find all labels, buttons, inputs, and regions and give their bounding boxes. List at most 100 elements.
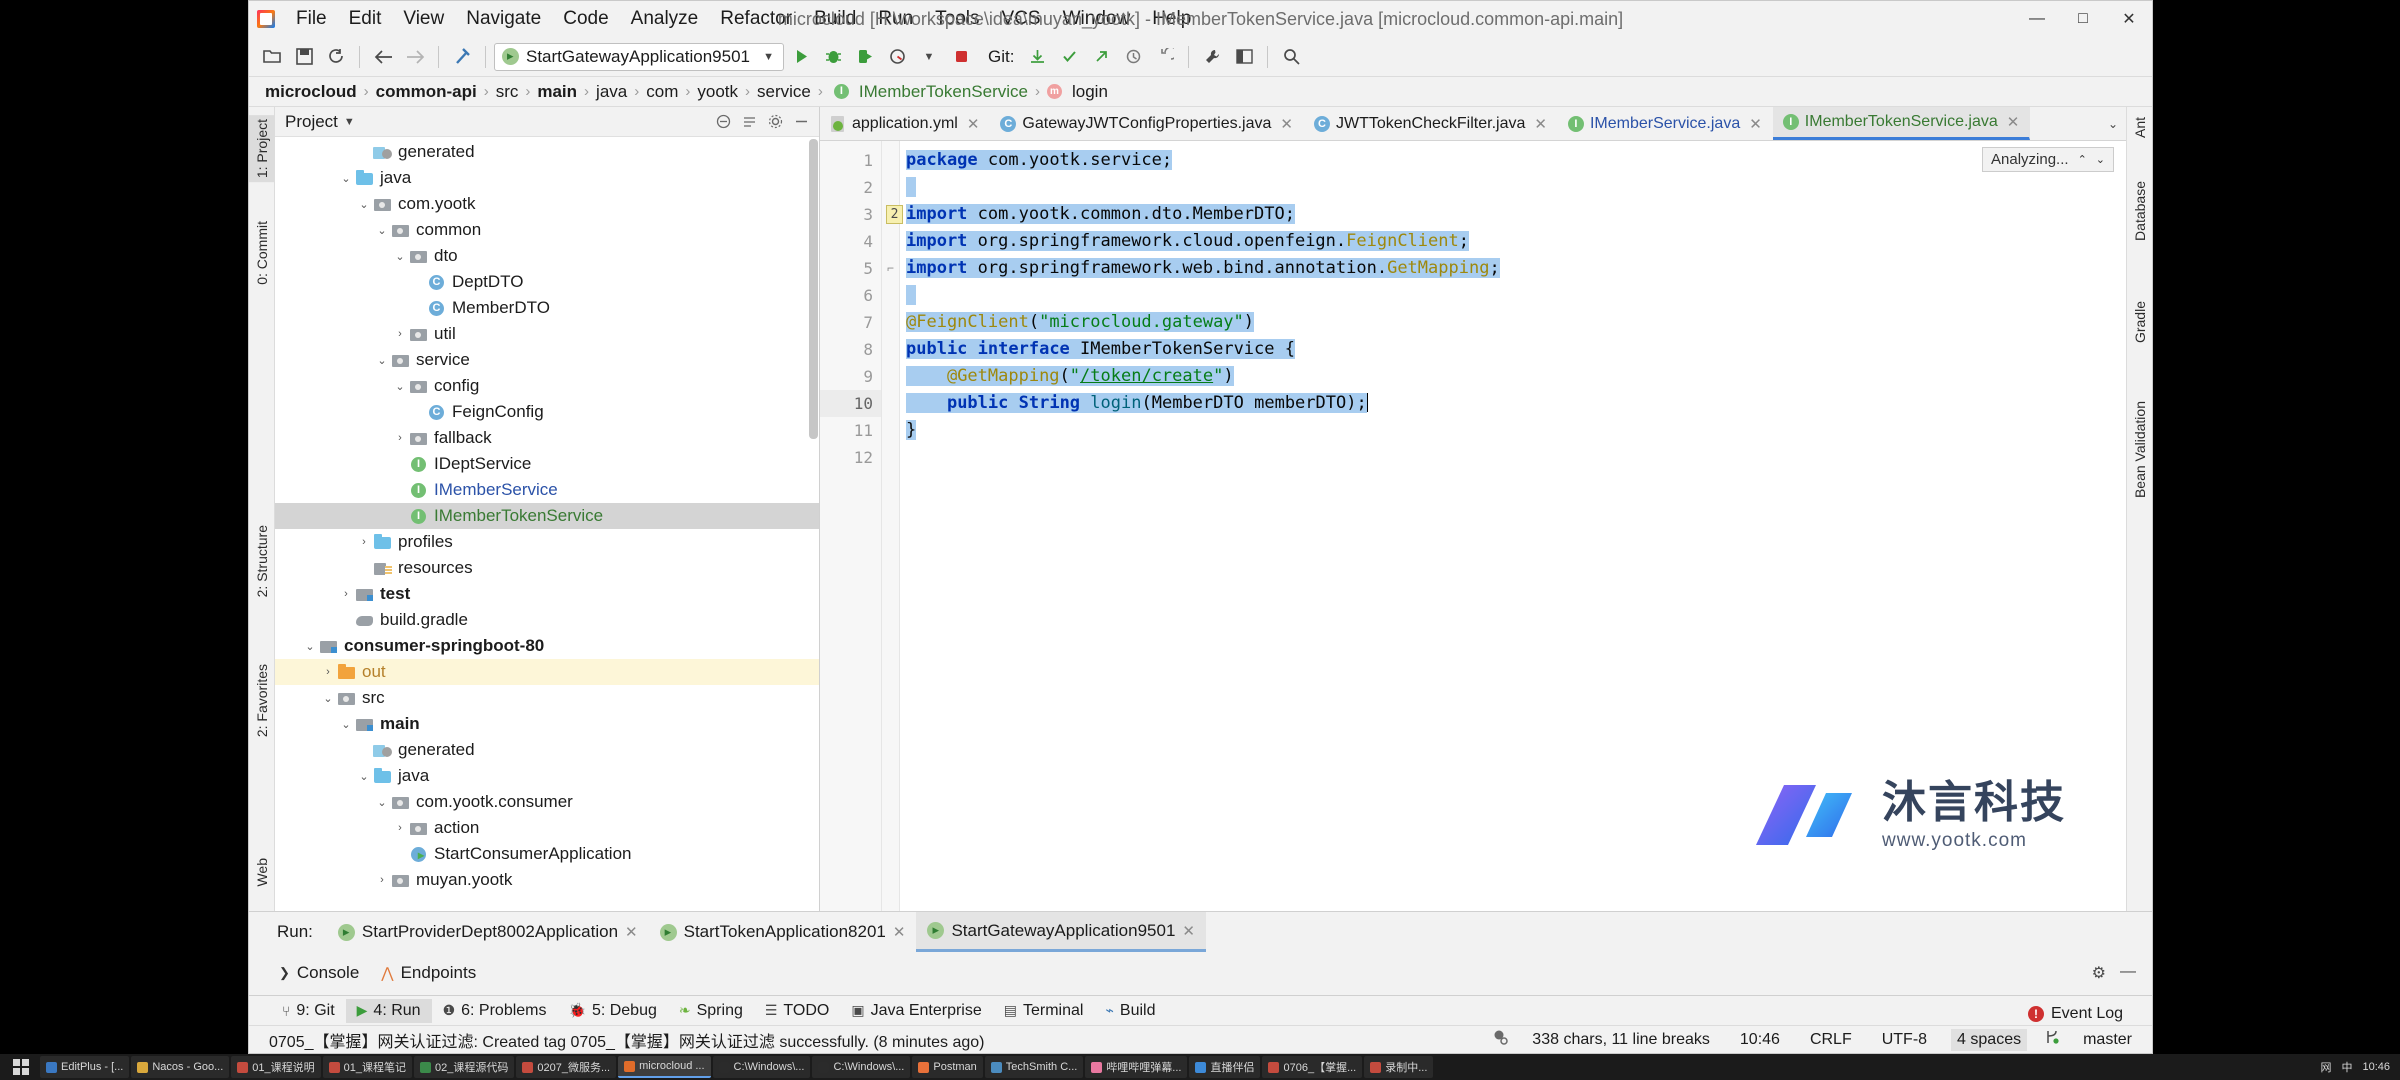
taskbar-item[interactable]: Postman — [912, 1056, 983, 1078]
chevron-right-icon[interactable]: › — [391, 432, 409, 444]
windows-start-icon[interactable] — [4, 1054, 38, 1080]
close-tab-icon[interactable]: ✕ — [1534, 115, 1547, 133]
tree-node[interactable]: › profiles — [275, 529, 819, 555]
taskbar-item[interactable]: 0706_【掌握... — [1262, 1056, 1363, 1078]
tray-item[interactable]: 10:46 — [2362, 1061, 2390, 1073]
rollback-icon[interactable] — [1150, 42, 1180, 72]
chevron-right-icon[interactable]: › — [391, 328, 409, 340]
tray-item[interactable]: 中 — [2341, 1059, 2352, 1075]
chevron-down-icon[interactable]: ⌄ — [319, 692, 337, 705]
menu-refactor[interactable]: Refactor — [709, 5, 803, 33]
chevron-down-icon[interactable]: ⌄ — [301, 640, 319, 653]
code-line[interactable]: public String login(MemberDTO memberDTO)… — [900, 390, 2126, 417]
folder-open-icon[interactable] — [257, 42, 287, 72]
chevron-down-icon[interactable]: ⌄ — [391, 380, 409, 393]
tree-node[interactable]: › muyan.yootk — [275, 867, 819, 893]
taskbar-item[interactable]: C:\Windows\... — [712, 1056, 811, 1078]
tree-node[interactable]: build.gradle — [275, 607, 819, 633]
status-caret-position[interactable]: 10:46 — [1734, 1029, 1786, 1051]
taskbar-item[interactable]: TechSmith C... — [984, 1056, 1084, 1078]
hide-panel-icon[interactable] — [789, 110, 813, 134]
bottom-tool-tab[interactable]: ❶ 6: Problems — [432, 999, 558, 1023]
tree-node[interactable]: IMemberService — [275, 477, 819, 503]
push-icon[interactable] — [1086, 42, 1116, 72]
menu-tools[interactable]: Tools — [924, 5, 990, 33]
tree-node[interactable]: DeptDTO — [275, 269, 819, 295]
breadcrumb-item-login[interactable]: login — [1070, 82, 1110, 102]
menu-run[interactable]: Run — [867, 5, 924, 33]
breadcrumb-item-common-api[interactable]: common-api — [374, 82, 479, 102]
tool-window-commit[interactable]: 0: Commit — [249, 217, 275, 289]
settings-wrench-icon[interactable] — [1197, 42, 1227, 72]
hammer-build-icon[interactable] — [447, 42, 477, 72]
expand-all-icon[interactable] — [737, 110, 761, 134]
forward-arrow-icon[interactable] — [400, 42, 430, 72]
project-tree-scrollbar[interactable] — [809, 139, 818, 439]
chevron-down-icon[interactable]: ⌄ — [373, 796, 391, 809]
menu-help[interactable]: Help — [1141, 5, 1202, 33]
tool-window-web[interactable]: Web — [249, 854, 275, 891]
tree-node[interactable]: ⌄ com.yootk — [275, 191, 819, 217]
gear-icon[interactable] — [763, 110, 787, 134]
code-line[interactable]: } — [900, 417, 2126, 444]
taskbar-item[interactable]: 01_课程笔记 — [322, 1056, 412, 1078]
chevron-down-icon[interactable]: ⌄ — [373, 354, 391, 367]
gear-icon[interactable]: ⚙ — [2092, 963, 2106, 983]
tree-node[interactable]: ⌄ service — [275, 347, 819, 373]
maximize-button[interactable]: □ — [2060, 1, 2106, 37]
run-tab-bar[interactable]: Run: StartProviderDept8002Application✕St… — [249, 912, 2152, 952]
back-arrow-icon[interactable] — [368, 42, 398, 72]
inspection-icon[interactable] — [1492, 1029, 1509, 1050]
tree-node[interactable]: › util — [275, 321, 819, 347]
tree-node[interactable]: generated — [275, 139, 819, 165]
run-configuration-tab[interactable]: StartProviderDept8002Application ✕ — [327, 912, 649, 952]
tree-node[interactable]: ⌄ consumer-springboot-80 — [275, 633, 819, 659]
status-indent[interactable]: 4 spaces — [1951, 1028, 2028, 1051]
editor-tab[interactable]: GatewayJWTConfigProperties.java ✕ — [990, 107, 1304, 140]
code-line[interactable]: public interface IMemberTokenService { — [900, 336, 2126, 363]
tree-node[interactable]: MemberDTO — [275, 295, 819, 321]
breadcrumb-item-yootk[interactable]: yootk — [695, 82, 740, 102]
main-menu[interactable]: File Edit View Navigate Code Analyze Ref… — [285, 5, 1202, 33]
tool-window-database[interactable]: Database — [2127, 177, 2153, 245]
menu-edit[interactable]: Edit — [338, 5, 393, 33]
chevron-right-icon[interactable]: › — [391, 822, 409, 834]
bottom-tool-tabs[interactable]: ⑂ 9: Git ▶ 4: Run ❶ 6: Problems 🐞 5: Debug ❧ Spri… — [249, 995, 2152, 1025]
status-encoding[interactable]: UTF-8 — [1876, 1029, 1933, 1051]
taskbar-item[interactable]: C:\Windows\... — [812, 1056, 911, 1078]
menu-view[interactable]: View — [392, 5, 455, 33]
menu-code[interactable]: Code — [552, 5, 619, 33]
code-line[interactable]: @FeignClient("microcloud.gateway") — [900, 309, 2126, 336]
tree-node[interactable]: ⌄ dto — [275, 243, 819, 269]
editor-tab[interactable]: JWTTokenCheckFilter.java ✕ — [1304, 107, 1558, 140]
close-run-tab-icon[interactable]: ✕ — [625, 923, 638, 941]
chevron-up-icon[interactable]: ⌃ — [2078, 153, 2087, 166]
chevron-down-icon[interactable]: ⌄ — [2096, 153, 2105, 166]
tool-window-ant[interactable]: Ant — [2127, 113, 2153, 142]
close-tab-icon[interactable]: ✕ — [2007, 113, 2020, 131]
taskbar-item[interactable]: EditPlus - [... — [40, 1056, 130, 1078]
save-icon[interactable] — [289, 42, 319, 72]
tray-item[interactable]: 网 — [2320, 1059, 2331, 1075]
code-line[interactable]: import com.yootk.common.dto.MemberDTO; — [900, 201, 2126, 228]
taskbar-item[interactable]: Nacos - Goo... — [131, 1056, 230, 1078]
collapse-all-icon[interactable] — [711, 110, 735, 134]
breadcrumb-item-java[interactable]: java — [594, 82, 629, 102]
run-subtab-console[interactable]: ❯ Console — [279, 963, 359, 983]
tree-node[interactable]: FeignConfig — [275, 399, 819, 425]
editor-tab[interactable]: IMemberTokenService.java ✕ — [1772, 107, 2031, 140]
menu-window[interactable]: Window — [1052, 5, 1142, 33]
code-line[interactable]: import org.springframework.web.bind.anno… — [900, 255, 2126, 282]
chevron-right-icon[interactable]: › — [319, 666, 337, 678]
close-tab-icon[interactable]: ✕ — [1280, 115, 1293, 133]
editor-tab[interactable]: application.yml ✕ — [820, 107, 990, 140]
breadcrumb-item-main[interactable]: main — [535, 82, 579, 102]
breadcrumb-item-com[interactable]: com — [644, 82, 680, 102]
editor[interactable]: 1232456789101112 −⌐ package com.yootk.se… — [820, 141, 2126, 911]
tool-window-bean-validation[interactable]: Bean Validation — [2127, 397, 2153, 502]
stop-icon[interactable] — [946, 42, 976, 72]
profiler-icon[interactable] — [882, 42, 912, 72]
tree-node[interactable]: ⌄ common — [275, 217, 819, 243]
run-icon[interactable] — [786, 42, 816, 72]
tool-window-gradle[interactable]: Gradle — [2127, 297, 2153, 347]
